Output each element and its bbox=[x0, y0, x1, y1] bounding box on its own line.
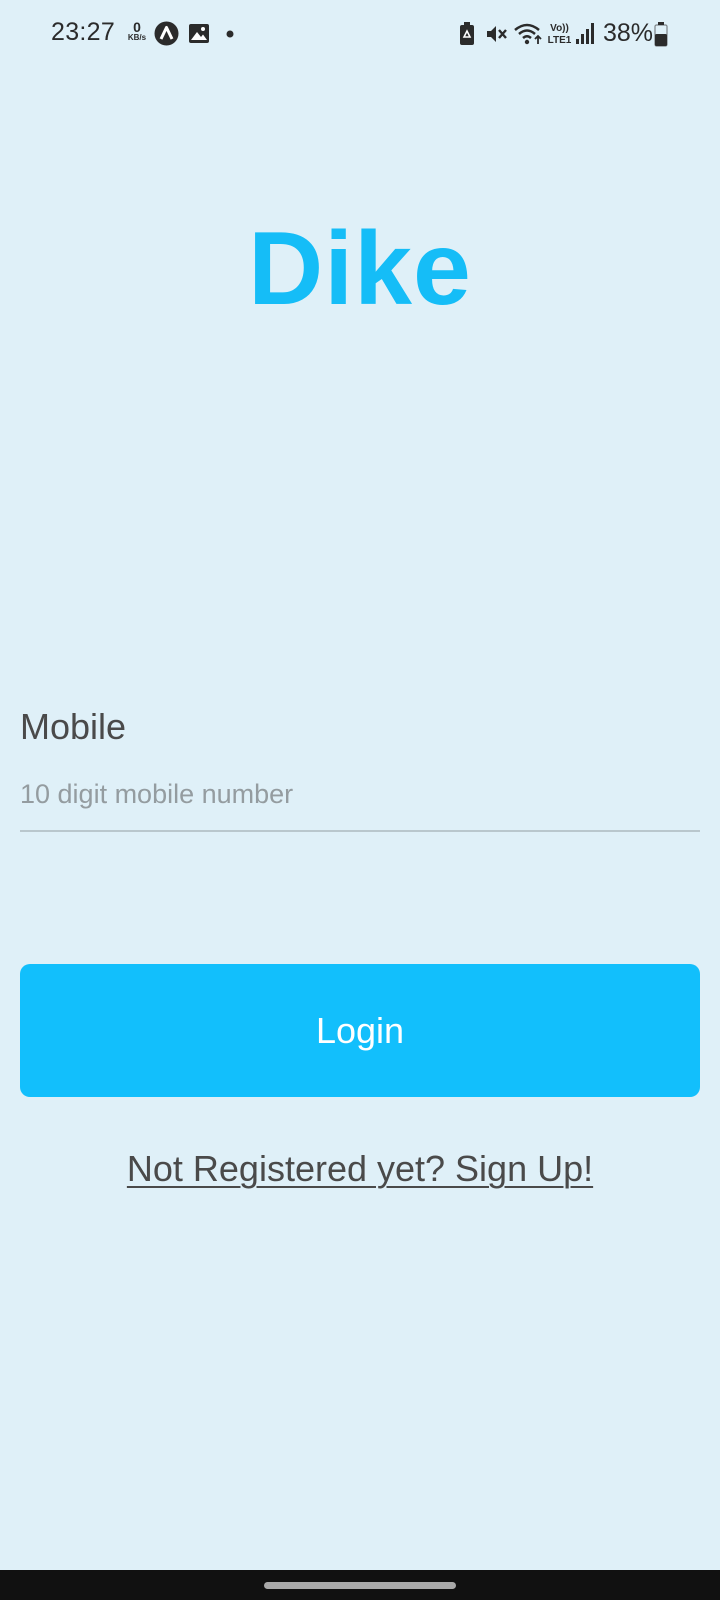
data-speed-unit: KB/s bbox=[127, 33, 147, 42]
battery-icon bbox=[654, 22, 668, 47]
login-button[interactable]: Login bbox=[20, 964, 700, 1097]
more-dot-icon bbox=[226, 30, 234, 38]
battery-percent: 38% bbox=[603, 19, 654, 47]
data-speed-indicator: 0 KB/s bbox=[124, 20, 150, 42]
signal-icon bbox=[576, 23, 594, 44]
volte-icon: Vo)) LTE1 bbox=[548, 23, 572, 46]
status-time: 23:27 bbox=[51, 18, 116, 46]
battery-saver-icon bbox=[460, 22, 474, 45]
signup-link[interactable]: Not Registered yet? Sign Up! bbox=[0, 1148, 720, 1190]
svg-text:LTE1: LTE1 bbox=[548, 35, 572, 46]
wifi-icon bbox=[514, 23, 542, 45]
mobile-input[interactable] bbox=[20, 770, 700, 832]
home-gesture-handle[interactable] bbox=[264, 1582, 456, 1589]
app-logo: Dike bbox=[248, 211, 472, 327]
mobile-label: Mobile bbox=[20, 706, 127, 747]
app-notification-icon bbox=[154, 21, 179, 46]
data-speed-value: 0 bbox=[133, 19, 141, 35]
status-bar: 23:27 0 KB/s Vo)) LTE1 38% bbox=[0, 0, 720, 70]
image-notification-icon bbox=[189, 24, 209, 43]
svg-text:Vo)): Vo)) bbox=[550, 23, 569, 34]
navigation-bar bbox=[0, 1570, 720, 1600]
mute-icon bbox=[487, 26, 507, 42]
